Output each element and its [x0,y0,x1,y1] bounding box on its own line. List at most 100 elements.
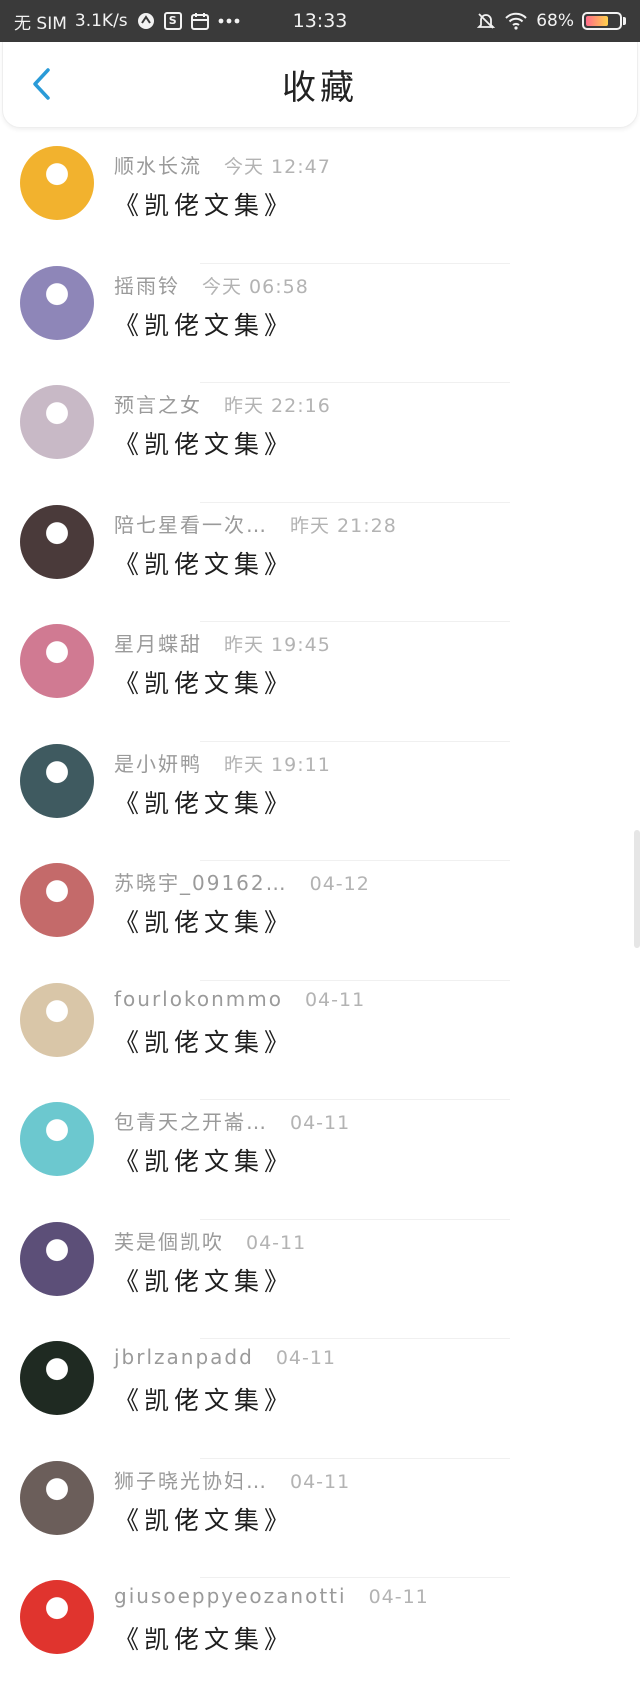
favorite-item[interactable]: 星月蝶甜 昨天 19:45 《凯佬文集》 [0,622,640,742]
user-name[interactable]: 包青天之开崙… [114,1106,268,1135]
favorite-meta: fourlokonmmo 04-11 [114,987,365,1021]
favorite-text: fourlokonmmo 04-11 《凯佬文集》 [114,981,365,1059]
avatar[interactable] [20,743,94,818]
battery-icon [582,12,626,30]
mute-bell-icon [476,11,496,31]
back-button[interactable] [21,64,61,104]
favorite-title[interactable]: 《凯佬文集》 [114,903,370,939]
favorite-title[interactable]: 《凯佬文集》 [114,784,331,820]
favorite-item[interactable]: 顺水长流 今天 12:47 《凯佬文集》 [0,144,640,264]
user-name[interactable]: 摇雨铃 [114,270,180,299]
favorite-time: 昨天 22:16 [224,395,331,417]
favorite-time: 昨天 21:28 [290,514,397,537]
favorite-text: 陪七星看一次… 昨天 21:28 《凯佬文集》 [114,503,397,581]
user-name[interactable]: 预言之女 [114,389,202,418]
favorite-text: 预言之女 昨天 22:16 《凯佬文集》 [114,383,331,461]
favorite-meta: giusoeppyeozanotti 04-11 [114,1584,429,1618]
favorite-title[interactable]: 《凯佬文集》 [114,1023,365,1059]
user-name[interactable]: jbrlzanpadd [114,1345,254,1369]
favorite-meta: 预言之女 昨天 22:16 [114,389,331,423]
favorite-item[interactable]: 狮子晓光协妇… 04-11 《凯佬文集》 [0,1459,640,1579]
favorite-title[interactable]: 《凯佬文集》 [114,1501,350,1537]
avatar[interactable] [20,1221,94,1296]
avatar[interactable] [20,385,94,459]
favorite-item[interactable]: 陪七星看一次… 昨天 21:28 《凯佬文集》 [0,503,640,623]
user-name[interactable]: 陪七星看一次… [114,509,268,538]
avatar[interactable] [20,982,94,1057]
favorite-text: 摇雨铃 今天 06:58 《凯佬文集》 [114,264,309,342]
favorite-meta: 芙是個凯吹 04-11 [114,1226,306,1260]
user-name[interactable]: giusoeppyeozanotti [114,1584,347,1608]
favorite-item[interactable]: fourlokonmmo 04-11 《凯佬文集》 [0,981,640,1101]
favorite-text: 狮子晓光协妇… 04-11 《凯佬文集》 [114,1459,350,1537]
user-name[interactable]: 苏晓宇_09162… [114,867,288,896]
avatar[interactable] [20,1460,94,1535]
user-name[interactable]: 狮子晓光协妇… [114,1465,268,1494]
favorite-item[interactable]: 苏晓宇_09162… 04-12 《凯佬文集》 [0,861,640,981]
carrier-label: 无 SIM [14,13,67,34]
status-bar: 无 SIM 3.1K/s S 13:33 68% [0,0,640,42]
favorite-title[interactable]: 《凯佬文集》 [114,186,331,222]
favorite-item[interactable]: 包青天之开崙… 04-11 《凯佬文集》 [0,1100,640,1220]
avatar[interactable] [20,1580,94,1654]
avatar[interactable] [20,504,94,579]
favorite-title[interactable]: 《凯佬文集》 [114,664,331,700]
favorite-time: 昨天 19:11 [224,753,331,776]
favorite-text: 是小妍鸭 昨天 19:11 《凯佬文集》 [114,742,331,820]
favorite-item[interactable]: 是小妍鸭 昨天 19:11 《凯佬文集》 [0,742,640,862]
favorite-title[interactable]: 《凯佬文集》 [114,1262,306,1298]
favorite-time: 今天 12:47 [224,156,331,178]
favorite-text: giusoeppyeozanotti 04-11 《凯佬文集》 [114,1578,429,1656]
favorite-title[interactable]: 《凯佬文集》 [114,425,331,461]
favorite-title[interactable]: 《凯佬文集》 [114,1620,429,1656]
app-notification-icon [136,11,156,31]
favorite-time: 04-11 [290,1112,351,1134]
favorite-item[interactable]: 摇雨铃 今天 06:58 《凯佬文集》 [0,264,640,384]
favorite-item[interactable]: 预言之女 昨天 22:16 《凯佬文集》 [0,383,640,503]
user-name[interactable]: 芙是個凯吹 [114,1226,224,1255]
favorite-time: 04-11 [304,988,366,1011]
avatar[interactable] [20,146,94,220]
page-header: 收藏 [2,42,638,128]
favorite-item[interactable]: jbrlzanpadd 04-11 《凯佬文集》 [0,1339,640,1459]
user-name[interactable]: 顺水长流 [114,150,202,179]
status-right: 68% [476,11,626,31]
favorite-time: 昨天 19:45 [224,634,331,656]
user-name[interactable]: 是小妍鸭 [114,748,202,777]
network-speed: 3.1K/s [74,11,128,31]
avatar[interactable] [20,1102,94,1176]
avatar[interactable] [20,624,94,698]
page-title: 收藏 [282,68,358,108]
status-left: 无 SIM 3.1K/s S [14,9,240,34]
s-notification-icon: S [163,12,182,30]
favorite-time: 04-11 [368,1586,429,1608]
favorite-title[interactable]: 《凯佬文集》 [114,1142,350,1178]
favorite-title[interactable]: 《凯佬文集》 [114,545,397,581]
favorite-text: 顺水长流 今天 12:47 《凯佬文集》 [114,144,331,222]
favorite-title[interactable]: 《凯佬文集》 [114,1381,336,1417]
favorite-text: 包青天之开崙… 04-11 《凯佬文集》 [114,1100,350,1178]
favorite-time: 04-12 [309,873,370,895]
favorite-item[interactable]: 芙是個凯吹 04-11 《凯佬文集》 [0,1220,640,1340]
battery-level [586,16,608,26]
favorite-meta: 包青天之开崙… 04-11 [114,1106,350,1140]
avatar[interactable] [20,265,94,340]
favorite-meta: 陪七星看一次… 昨天 21:28 [114,509,397,543]
favorite-meta: 狮子晓光协妇… 04-11 [114,1465,350,1499]
favorite-time: 04-11 [275,1347,337,1369]
favorite-time: 04-11 [290,1470,351,1493]
favorite-text: 星月蝶甜 昨天 19:45 《凯佬文集》 [114,622,331,700]
more-notifications-icon [218,17,240,25]
user-name[interactable]: fourlokonmmo [114,987,283,1011]
favorites-list: 顺水长流 今天 12:47 《凯佬文集》 摇雨铃 今天 06:58 《凯佬文集》… [0,128,640,1691]
favorite-item[interactable]: giusoeppyeozanotti 04-11 《凯佬文集》 [0,1578,640,1691]
avatar[interactable] [20,1341,94,1415]
favorite-title[interactable]: 《凯佬文集》 [114,306,309,342]
favorite-meta: 星月蝶甜 昨天 19:45 [114,628,331,662]
favorite-text: 苏晓宇_09162… 04-12 《凯佬文集》 [114,861,370,939]
user-name[interactable]: 星月蝶甜 [114,628,202,657]
wifi-icon [504,11,528,31]
chevron-left-icon [33,68,50,100]
scrollbar[interactable] [634,830,640,948]
avatar[interactable] [20,863,94,937]
